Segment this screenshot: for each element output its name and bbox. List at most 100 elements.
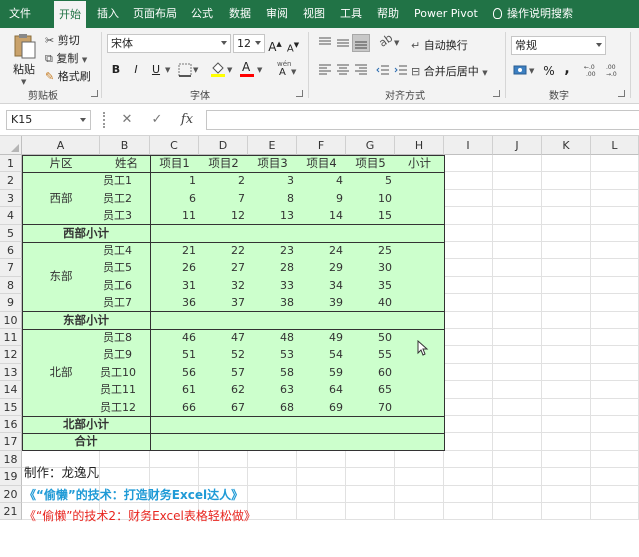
- value-cell[interactable]: 27: [199, 259, 248, 276]
- font-size-combo[interactable]: 12: [233, 34, 265, 53]
- row-header-13[interactable]: 13: [0, 363, 22, 382]
- value-cell[interactable]: 64: [297, 381, 346, 398]
- value-cell[interactable]: 56: [150, 364, 199, 381]
- value-cell[interactable]: 28: [248, 259, 297, 276]
- row-header-6[interactable]: 6: [0, 242, 22, 260]
- tab-5[interactable]: 数据: [227, 0, 253, 28]
- value-cell[interactable]: 3: [248, 172, 297, 189]
- row-header-14[interactable]: 14: [0, 381, 22, 399]
- tab-7[interactable]: 视图: [301, 0, 327, 28]
- comma-button[interactable]: ,: [561, 60, 573, 78]
- value-cell[interactable]: 67: [199, 399, 248, 416]
- value-cell[interactable]: 8: [248, 190, 297, 207]
- column-header-I[interactable]: I: [444, 136, 493, 155]
- column-header-K[interactable]: K: [542, 136, 591, 155]
- row-header-4[interactable]: 4: [0, 207, 22, 225]
- column-header-F[interactable]: F: [297, 136, 346, 155]
- value-cell[interactable]: 69: [297, 399, 346, 416]
- font-launcher-icon[interactable]: [296, 90, 303, 97]
- tab-4[interactable]: 公式: [189, 0, 215, 28]
- value-cell[interactable]: 15: [346, 207, 395, 224]
- row-header-12[interactable]: 12: [0, 346, 22, 364]
- value-cell[interactable]: 35: [346, 277, 395, 294]
- cancel-entry-icon[interactable]: ✕: [115, 110, 139, 130]
- formula-bar-grip-icon[interactable]: [103, 112, 105, 128]
- value-cell[interactable]: 32: [199, 277, 248, 294]
- column-header-H[interactable]: H: [395, 136, 444, 155]
- insert-function-icon[interactable]: fx: [175, 110, 199, 130]
- value-cell[interactable]: 58: [248, 364, 297, 381]
- value-cell[interactable]: 50: [346, 329, 395, 346]
- row-header-3[interactable]: 3: [0, 189, 22, 208]
- value-cell[interactable]: 37: [199, 294, 248, 311]
- value-cell[interactable]: 61: [150, 381, 199, 398]
- row-header-8[interactable]: 8: [0, 276, 22, 295]
- value-cell[interactable]: 70: [346, 399, 395, 416]
- row-header-7[interactable]: 7: [0, 259, 22, 277]
- value-cell[interactable]: 47: [199, 329, 248, 346]
- value-cell[interactable]: 51: [150, 346, 199, 363]
- value-cell[interactable]: 24: [297, 242, 346, 259]
- value-cell[interactable]: 9: [297, 190, 346, 207]
- row-header-9[interactable]: 9: [0, 294, 22, 312]
- value-cell[interactable]: 59: [297, 364, 346, 381]
- phonetic-button[interactable]: wén A ▼: [276, 60, 300, 80]
- value-cell[interactable]: 12: [199, 207, 248, 224]
- value-cell[interactable]: 22: [199, 242, 248, 259]
- name-box[interactable]: K15: [6, 110, 91, 130]
- value-cell[interactable]: 14: [297, 207, 346, 224]
- tab-1[interactable]: 开始: [54, 0, 86, 28]
- value-cell[interactable]: 60: [346, 364, 395, 381]
- value-cell[interactable]: 49: [297, 329, 346, 346]
- tab-2[interactable]: 插入: [96, 0, 120, 28]
- bold-button[interactable]: B: [108, 61, 124, 79]
- paste-button[interactable]: 粘贴 ▼: [10, 32, 40, 86]
- accounting-format-button[interactable]: ▼: [513, 62, 537, 80]
- font-color-button[interactable]: A ▼: [240, 60, 266, 80]
- row-header-16[interactable]: 16: [0, 416, 22, 434]
- row-header-2[interactable]: 2: [0, 172, 22, 190]
- value-cell[interactable]: 7: [199, 190, 248, 207]
- book1-link[interactable]: 《“偷懒”的技术：打造财务Excel达人》: [24, 484, 243, 506]
- value-cell[interactable]: 6: [150, 190, 199, 207]
- value-cell[interactable]: 2: [199, 172, 248, 189]
- row-header-19[interactable]: 19: [0, 468, 22, 486]
- value-cell[interactable]: 13: [248, 207, 297, 224]
- confirm-entry-icon[interactable]: ✓: [145, 110, 169, 130]
- align-bottom-button[interactable]: [352, 34, 370, 52]
- merge-center-button[interactable]: ⊟ 合并后居中 ▼: [411, 63, 488, 79]
- tab-9[interactable]: 帮助: [374, 0, 402, 28]
- spreadsheet-grid[interactable]: A B C D E F G H I J K L 1 2 3 4 5 6 7 8 9 10 11 12 13 14 15 16 17 18 1…: [0, 136, 639, 557]
- alignment-launcher-icon[interactable]: [493, 90, 500, 97]
- orientation-button[interactable]: ab ▼: [377, 31, 402, 52]
- borders-button[interactable]: ▼: [178, 62, 200, 78]
- font-grow-button[interactable]: A▲: [268, 35, 282, 54]
- underline-button[interactable]: U: [148, 61, 164, 79]
- value-cell[interactable]: 46: [150, 329, 199, 346]
- tab-6[interactable]: 审阅: [264, 0, 290, 28]
- select-all-corner[interactable]: [0, 136, 22, 155]
- value-cell[interactable]: 66: [150, 399, 199, 416]
- value-cell[interactable]: 1: [150, 172, 199, 189]
- value-cell[interactable]: 36: [150, 294, 199, 311]
- formula-input[interactable]: [206, 110, 639, 130]
- column-header-L[interactable]: L: [591, 136, 639, 155]
- row-header-20[interactable]: 20: [0, 485, 22, 503]
- tab-8[interactable]: 工具: [338, 0, 364, 28]
- align-center-icon[interactable]: [336, 64, 350, 76]
- value-cell[interactable]: 63: [248, 381, 297, 398]
- font-shrink-button[interactable]: A▼: [286, 36, 300, 54]
- value-cell[interactable]: 55: [346, 346, 395, 363]
- font-name-combo[interactable]: 宋体: [107, 34, 231, 53]
- value-cell[interactable]: 10: [346, 190, 395, 207]
- value-cell[interactable]: 26: [150, 259, 199, 276]
- clipboard-launcher-icon[interactable]: [91, 90, 98, 97]
- row-header-10[interactable]: 10: [0, 311, 22, 329]
- column-header-B[interactable]: B: [100, 136, 150, 155]
- column-header-E[interactable]: E: [248, 136, 297, 155]
- row-header-5[interactable]: 5: [0, 224, 22, 242]
- value-cell[interactable]: 5: [346, 172, 395, 189]
- row-header-17[interactable]: 17: [0, 433, 22, 451]
- row-header-11[interactable]: 11: [0, 329, 22, 347]
- row-header-1[interactable]: 1: [0, 155, 22, 173]
